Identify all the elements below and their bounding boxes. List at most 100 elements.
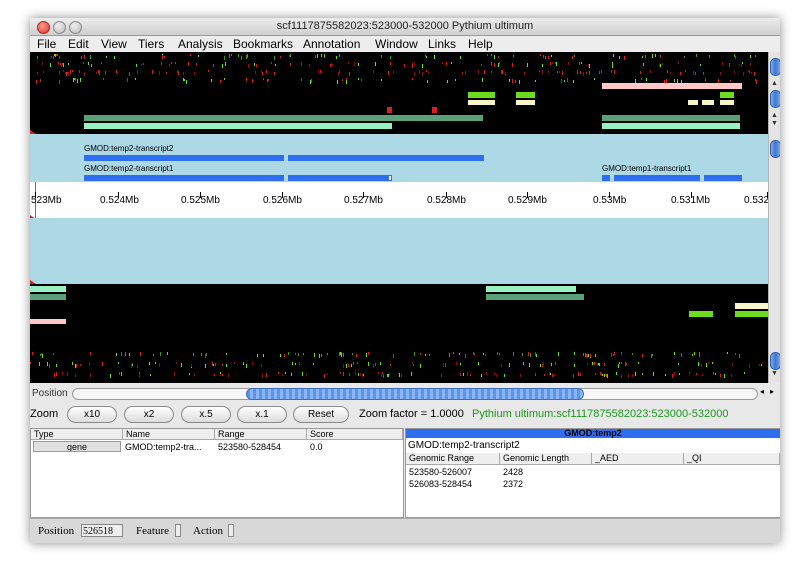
menu-analysis[interactable]: Analysis [178, 37, 223, 51]
vertical-scrollbars[interactable]: ▲ ▲ ▼ ▼ [768, 52, 780, 383]
noise-tick [183, 72, 184, 75]
zoom-x01-button[interactable]: x.1 [237, 406, 287, 423]
scroll-down-arrow-icon[interactable]: ▼ [771, 370, 778, 377]
scroll-left-arrow-icon[interactable]: ◂ [760, 387, 764, 396]
column-header-score[interactable]: Score [307, 429, 403, 440]
feature-block[interactable] [735, 311, 768, 317]
menu-edit[interactable]: Edit [68, 37, 89, 51]
noise-tick [577, 70, 578, 74]
transcript-exon[interactable] [288, 175, 388, 181]
menu-help[interactable]: Help [468, 37, 493, 51]
noise-tick [280, 56, 281, 58]
transcript-exon[interactable] [602, 175, 610, 181]
coordinate-ruler[interactable]: 523Mb 0.524Mb 0.525Mb 0.526Mb 0.527Mb 0.… [30, 182, 774, 223]
noise-tick [581, 62, 582, 64]
transcript-exon[interactable] [84, 155, 284, 161]
forward-annotation-panel[interactable]: GMOD:temp2-transcript2 GMOD:temp2-transc… [30, 134, 768, 182]
transcript-exon[interactable] [704, 175, 742, 181]
noise-tick [604, 363, 605, 366]
scroll-up-arrow-icon[interactable]: ▲ [771, 80, 778, 87]
feature-block[interactable] [688, 100, 698, 105]
evidence-track[interactable] [602, 115, 740, 121]
evidence-track[interactable] [486, 286, 576, 292]
column-header-qi[interactable]: _QI [684, 453, 780, 465]
column-header-genomic-range[interactable]: Genomic Range [406, 453, 500, 465]
scroll-right-arrow-icon[interactable]: ▸ [770, 387, 774, 396]
noise-tick [340, 372, 341, 374]
transcript-exon[interactable] [84, 175, 284, 181]
menu-links[interactable]: Links [428, 37, 456, 51]
menu-annotation[interactable]: Annotation [303, 37, 360, 51]
vertical-scroll-thumb[interactable] [770, 90, 780, 108]
table-row[interactable]: gene GMOD:temp2-tra... 523580-528454 0.0 [31, 441, 403, 453]
feature-block[interactable] [702, 100, 714, 105]
transcript-utr[interactable] [388, 175, 392, 181]
noise-tick [696, 373, 697, 375]
noise-tick [343, 364, 344, 368]
feature-block[interactable] [735, 303, 768, 309]
noise-tick [160, 352, 161, 356]
menu-file[interactable]: File [37, 37, 56, 51]
feature-info-panel[interactable]: GMOD:temp2 GMOD:temp2-transcript2 Genomi… [405, 428, 780, 518]
noise-tick [486, 372, 487, 375]
feature-block[interactable] [387, 107, 392, 113]
menu-bookmarks[interactable]: Bookmarks [233, 37, 293, 51]
column-header-genomic-length[interactable]: Genomic Length [500, 453, 592, 465]
noise-tick [339, 70, 340, 74]
feature-block[interactable] [516, 100, 535, 105]
noise-tick [358, 373, 359, 376]
vertical-scroll-thumb[interactable] [770, 352, 780, 370]
noise-tick [456, 362, 457, 365]
feature-block[interactable] [602, 83, 742, 89]
evidence-track[interactable] [30, 294, 66, 300]
zoom-x2-button[interactable]: x2 [124, 406, 174, 423]
menu-view[interactable]: View [101, 37, 127, 51]
feature-block[interactable] [30, 319, 66, 324]
feature-block[interactable] [432, 107, 437, 113]
transcript-exon[interactable] [288, 155, 484, 161]
column-header-name[interactable]: Name [123, 429, 215, 440]
evidence-track[interactable] [84, 123, 392, 129]
evidence-track[interactable] [602, 123, 740, 129]
forward-strand-results-panel[interactable] [30, 52, 768, 138]
feature-table[interactable]: Type Name Range Score gene GMOD:temp2-tr… [30, 428, 404, 518]
noise-tick [762, 362, 763, 364]
zoom-x10-button[interactable]: x10 [67, 406, 117, 423]
feature-block[interactable] [468, 92, 495, 98]
feature-block[interactable] [468, 100, 495, 105]
feature-block[interactable] [516, 92, 535, 98]
table-row[interactable]: 523580-526007 2428 [406, 466, 780, 478]
menu-tiers[interactable]: Tiers [138, 37, 164, 51]
noise-tick [632, 374, 633, 377]
noise-tick [282, 374, 283, 376]
noise-tick [110, 374, 111, 378]
column-header-range[interactable]: Range [215, 429, 307, 440]
reset-zoom-button[interactable]: Reset [293, 406, 349, 423]
table-row[interactable]: 526083-528454 2372 [406, 478, 780, 490]
noise-tick [51, 56, 52, 58]
vertical-scroll-thumb[interactable] [770, 140, 780, 158]
transcript-exon[interactable] [614, 175, 700, 181]
scroll-down-arrow-icon[interactable]: ▼ [771, 120, 778, 127]
evidence-track[interactable] [486, 294, 584, 300]
evidence-track[interactable] [30, 286, 66, 292]
noise-tick [695, 72, 696, 75]
position-scroll-thumb[interactable] [246, 388, 584, 400]
feature-block[interactable] [720, 100, 734, 105]
zoom-x05-button[interactable]: x.5 [181, 406, 231, 423]
feature-block[interactable] [720, 92, 734, 98]
vertical-scroll-thumb[interactable] [770, 58, 780, 76]
evidence-track[interactable] [84, 115, 483, 121]
noise-tick [735, 353, 736, 355]
type-cell[interactable]: gene [33, 441, 121, 452]
noise-tick [289, 55, 290, 57]
info-panel-subtitle: GMOD:temp2-transcript2 [408, 440, 520, 451]
column-header-aed[interactable]: _AED [592, 453, 684, 465]
feature-block[interactable] [689, 311, 713, 317]
reverse-annotation-panel[interactable] [30, 218, 768, 288]
noise-tick [595, 354, 596, 357]
reverse-strand-results-panel[interactable] [30, 284, 768, 383]
scroll-up-arrow-icon[interactable]: ▲ [771, 112, 778, 119]
menu-window[interactable]: Window [375, 37, 418, 51]
column-header-type[interactable]: Type [31, 429, 123, 440]
